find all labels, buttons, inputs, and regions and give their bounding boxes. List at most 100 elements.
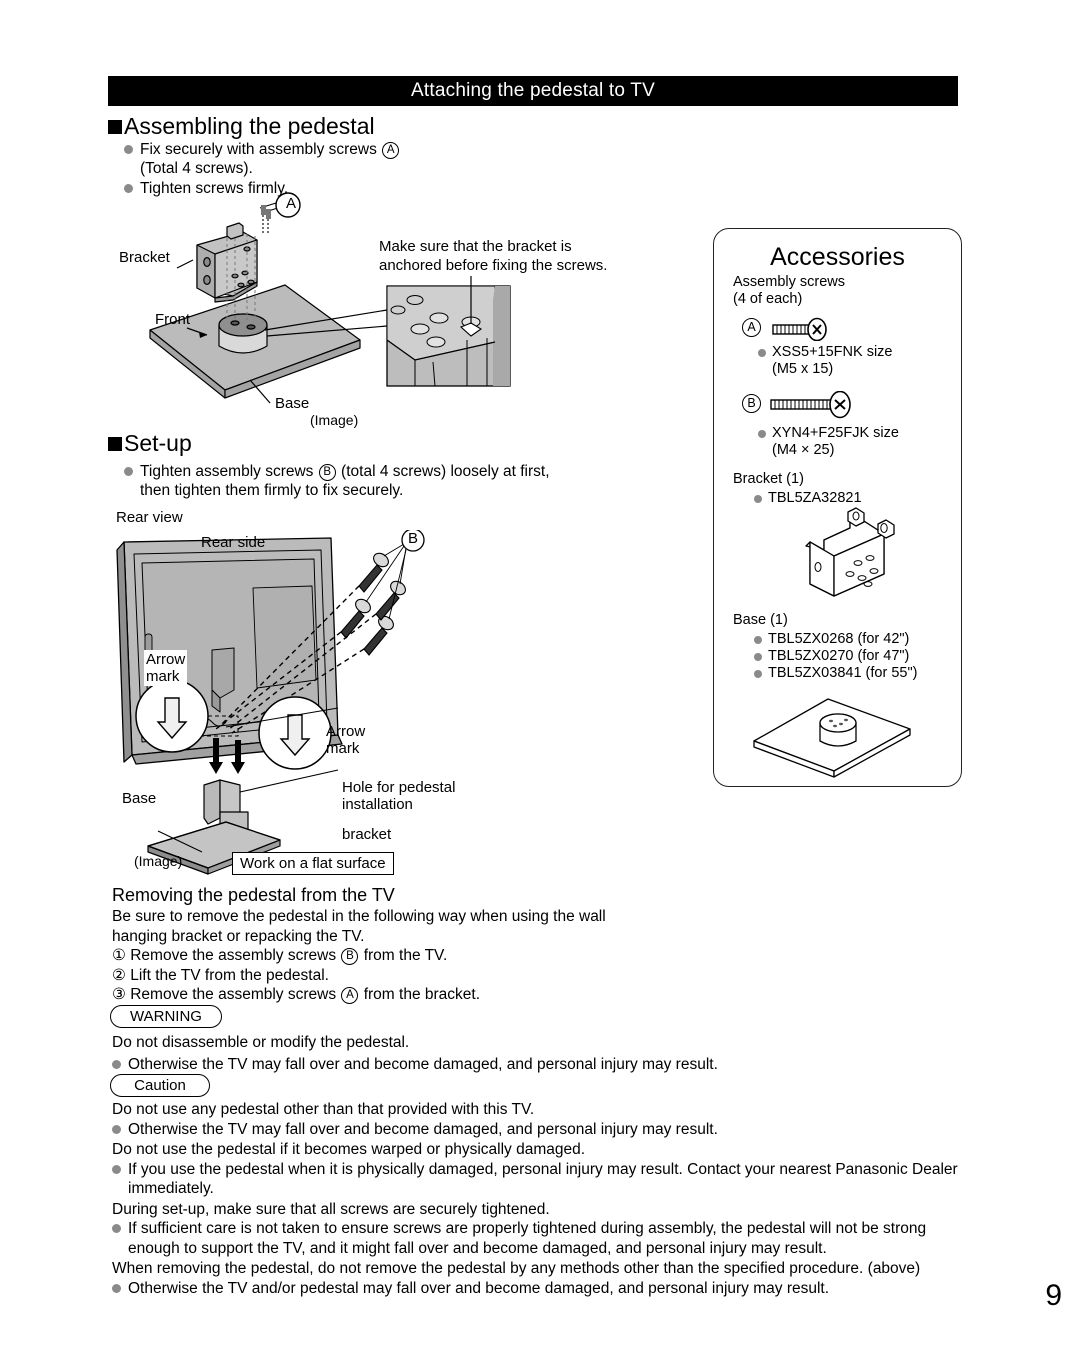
screw-a-icon	[772, 317, 827, 341]
label-image-rear: (Image)	[134, 853, 183, 869]
bullet-dot-icon	[754, 495, 762, 503]
screw-mark-b-icon: B	[742, 394, 761, 413]
warning-body: Do not disassemble or modify the pedesta…	[112, 1033, 962, 1075]
page-number: 9	[1045, 1279, 1062, 1312]
bullet-dot-icon	[124, 467, 133, 476]
accessories-title: Accessories	[770, 243, 905, 271]
setup-bullet-pre: Tighten assembly screws	[140, 463, 318, 480]
screw-mark-a-icon: A	[341, 987, 359, 1004]
label-base-rear: Base	[122, 790, 157, 807]
removing-intro: Be sure to remove the pedestal in the fo…	[112, 907, 812, 946]
bullet-dot-icon	[754, 636, 762, 644]
note-work-flat-surface: Work on a flat surface	[232, 852, 394, 875]
bullet-dot-icon	[112, 1164, 121, 1174]
bullet-dot-icon	[758, 430, 766, 438]
caution-bullet-1: Otherwise the TV may fall over and becom…	[128, 1120, 718, 1138]
step-1-pre: Remove the assembly screws	[130, 947, 341, 964]
removing-intro-line1: Be sure to remove the pedestal in the fo…	[112, 908, 606, 925]
accessory-a-spec-line2: (M5 x 15)	[772, 361, 834, 377]
manual-page: Attaching the pedestal to TV Assembling …	[0, 0, 1080, 1365]
label-arrow-mark-right: Arrow mark	[326, 723, 366, 757]
setup-bullet-line2: then tighten them firmly to fix securely…	[140, 482, 404, 499]
list-item: Otherwise the TV may fall over and becom…	[112, 1055, 962, 1075]
list-item: ② Lift the TV from the pedestal.	[112, 966, 812, 986]
caution-statement-3: During set-up, make sure that all screws…	[112, 1200, 550, 1218]
screw-mark-a-icon: A	[382, 142, 400, 159]
accessory-b-spec: XYN4+F25FJK size (M4 × 25)	[758, 425, 899, 459]
bullet-dot-icon	[754, 670, 762, 678]
accessory-item-a: A	[741, 314, 941, 341]
callout-a-wrapper: A	[286, 195, 296, 212]
accessories-base-part-3: TBL5ZX03841 (for 55")	[754, 665, 917, 682]
setup-bullet-post: (total 4 screws) loosely at first,	[336, 463, 550, 480]
accessory-b-spec-line2: (M4 × 25)	[772, 442, 835, 458]
diagram-rear-view	[116, 530, 436, 875]
accessories-bracket-heading: Bracket (1)	[733, 471, 804, 487]
accessory-a-spec-line1: XSS5+15FNK size	[772, 344, 893, 360]
caution-badge: Caution	[110, 1074, 210, 1097]
base-illustration	[753, 698, 911, 778]
accessories-base-part-1-text: TBL5ZX0268 (for 42")	[768, 631, 910, 647]
assembling-bullet-1-line2: (Total 4 screws).	[140, 160, 253, 177]
list-item: ③ Remove the assembly screws A from the …	[112, 985, 812, 1005]
bullet-dot-icon	[758, 349, 766, 357]
accessories-base-part-1: TBL5ZX0268 (for 42")	[754, 631, 909, 648]
accessories-base-part-2: TBL5ZX0270 (for 47")	[754, 648, 909, 665]
bullet-dot-icon	[124, 145, 133, 154]
label-image: (Image)	[310, 412, 359, 428]
section-heading-assembling: Assembling the pedestal	[108, 113, 375, 140]
list-item: ① Remove the assembly screws B from the …	[112, 946, 812, 966]
bullet-dot-icon	[112, 1283, 121, 1293]
step-1-number: ①	[112, 947, 126, 964]
diagram-assembling-pedestal	[115, 190, 675, 440]
screw-b-icon	[770, 391, 851, 419]
accessories-panel: Accessories Assembly screws (4 of each) …	[713, 228, 962, 787]
section-heading-setup: Set-up	[108, 430, 192, 457]
accessories-base-part-2-text: TBL5ZX0270 (for 47")	[768, 648, 910, 664]
caution-body: Do not use any pedestal other than that …	[112, 1098, 967, 1299]
step-1-post: from the TV.	[359, 947, 448, 964]
label-base: Base	[275, 395, 310, 412]
label-hole-for-pedestal: Hole for pedestal installation	[342, 779, 456, 813]
label-front: Front	[155, 311, 191, 328]
removing-intro-line2: hanging bracket or repacking the TV.	[112, 927, 365, 945]
bullet-dot-icon	[754, 653, 762, 661]
setup-bullets: Tighten assembly screws B (total 4 screw…	[124, 462, 644, 501]
caution-statement-4: When removing the pedestal, do not remov…	[112, 1260, 921, 1277]
page-title: Attaching the pedestal to TV	[108, 76, 958, 106]
list-item: Fix securely with assembly screws A (Tot…	[124, 140, 544, 178]
list-item: If sufficient care is not taken to ensur…	[112, 1219, 967, 1258]
list-item: Otherwise the TV and/or pedestal may fal…	[112, 1279, 967, 1299]
label-bracket-rear: bracket	[342, 826, 392, 843]
label-rear-side: Rear side	[201, 534, 266, 551]
callout-a-label: A	[286, 195, 297, 212]
square-bullet-icon	[108, 119, 122, 134]
accessory-item-b: B	[741, 389, 961, 419]
label-bracket: Bracket	[119, 249, 170, 266]
screw-mark-b-icon: B	[341, 948, 359, 965]
caution-bullet-4: Otherwise the TV and/or pedestal may fal…	[128, 1279, 830, 1297]
list-item: If you use the pedestal when it is physi…	[112, 1160, 967, 1199]
warning-statement: Do not disassemble or modify the pedesta…	[112, 1034, 410, 1051]
square-bullet-icon	[108, 436, 122, 451]
accessories-base-part-3-text: TBL5ZX03841 (for 55")	[768, 665, 918, 681]
bullet-dot-icon	[112, 1224, 121, 1233]
section-heading-assembling-label: Assembling the pedestal	[124, 113, 375, 139]
bracket-illustration	[805, 507, 895, 597]
step-3-pre: Remove the assembly screws	[130, 986, 341, 1003]
warning-bullet: Otherwise the TV may fall over and becom…	[128, 1055, 718, 1073]
caution-bullet-3: If sufficient care is not taken to ensur…	[128, 1220, 927, 1257]
assembling-bullet-1-pre: Fix securely with assembly screws	[140, 141, 382, 158]
note-bracket-anchored-line1: Make sure that the bracket is	[379, 238, 572, 255]
screw-mark-b-icon: B	[318, 464, 336, 481]
step-2-pre: Lift the TV from the pedestal.	[130, 966, 329, 984]
page-title-text: Attaching the pedestal to TV	[411, 80, 655, 101]
bullet-dot-icon	[112, 1059, 121, 1069]
heading-removing-pedestal: Removing the pedestal from the TV	[112, 885, 395, 905]
step-2-number: ②	[112, 966, 126, 984]
caution-statement-1: Do not use any pedestal other than that …	[112, 1101, 535, 1118]
label-rear-view: Rear view	[116, 509, 183, 526]
caution-statement-2: Do not use the pedestal if it becomes wa…	[112, 1141, 586, 1158]
accessories-screws-heading-line2: (4 of each)	[733, 291, 803, 307]
screw-mark-a-icon: A	[742, 318, 761, 337]
